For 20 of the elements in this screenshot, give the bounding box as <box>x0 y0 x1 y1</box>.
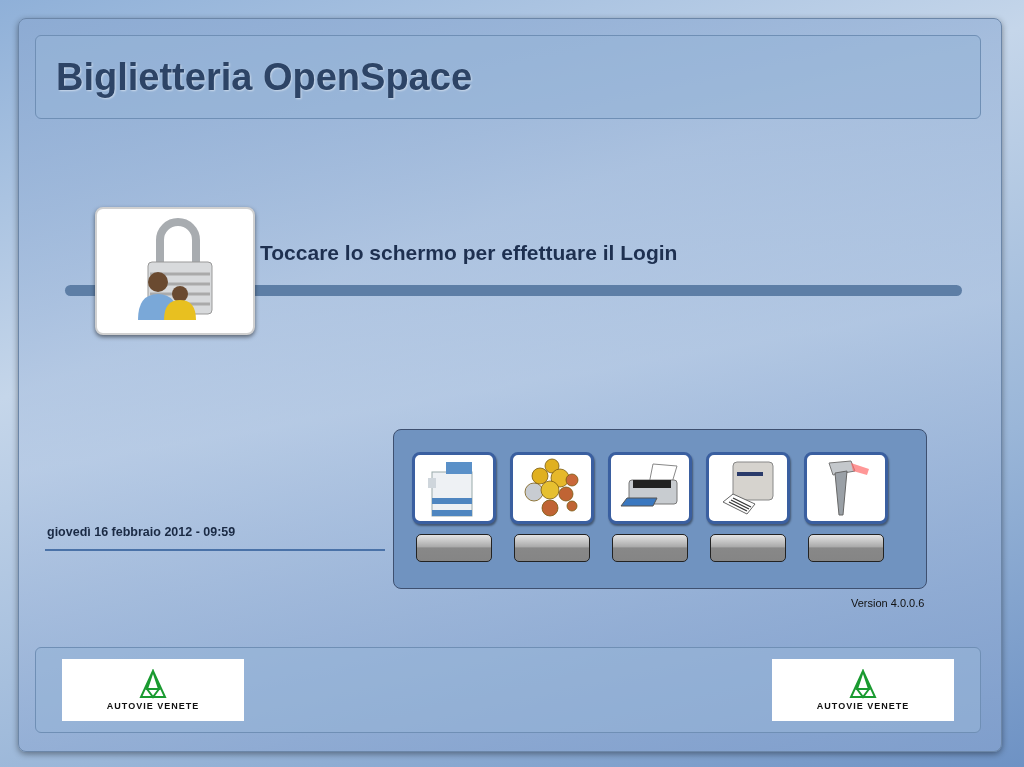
triangle-logo-icon <box>848 669 878 699</box>
triangle-logo-icon <box>138 669 168 699</box>
logo-text: AUTOVIE VENETE <box>106 701 200 711</box>
device-tile[interactable] <box>510 452 594 524</box>
login-prompt: Toccare lo schermo per effettuare il Login <box>260 241 678 265</box>
coins-icon <box>522 458 582 518</box>
logo-text: AUTOVIE VENETE <box>816 701 910 711</box>
date-time: giovedì 16 febbraio 2012 - 09:59 <box>45 525 385 551</box>
device-tile[interactable] <box>804 452 888 524</box>
device-status-button[interactable] <box>710 534 786 562</box>
login-button[interactable] <box>95 207 255 335</box>
device-tile[interactable] <box>412 452 496 524</box>
device-status-button[interactable] <box>514 534 590 562</box>
version-label: Version 4.0.0.6 <box>851 597 925 609</box>
device-status-button[interactable] <box>808 534 884 562</box>
device-tile[interactable] <box>706 452 790 524</box>
device-tile[interactable] <box>608 452 692 524</box>
app-title: Biglietteria OpenSpace <box>56 55 472 99</box>
device-status-button[interactable] <box>612 534 688 562</box>
device-status-button[interactable] <box>416 534 492 562</box>
